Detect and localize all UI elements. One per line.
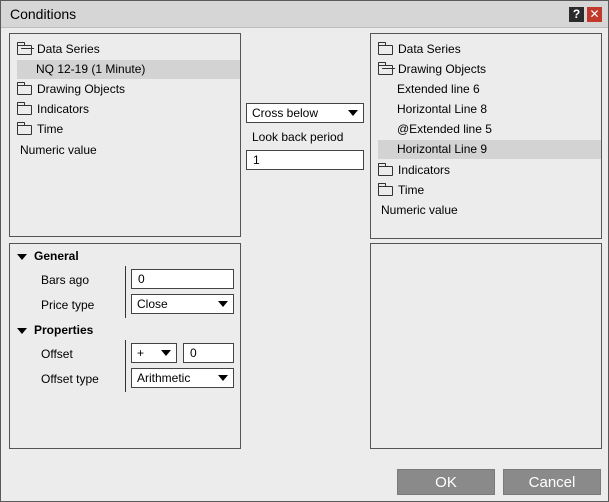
offset-sign-dropdown[interactable]: +	[131, 343, 177, 363]
bars-ago-input[interactable]: 0	[131, 269, 234, 289]
offset-value: 0	[190, 346, 197, 360]
column-divider	[125, 266, 126, 318]
tree-item-label: Time	[398, 183, 425, 197]
collapse-triangle-icon[interactable]	[17, 328, 27, 334]
tree-item-data-series[interactable]: Data Series	[378, 40, 598, 59]
tree-item-drawing-child[interactable]: Extended line 6	[378, 80, 598, 99]
chevron-down-icon	[218, 301, 228, 307]
folder-icon	[17, 122, 32, 135]
tree-item-time[interactable]: Time	[17, 120, 237, 139]
tree-item-label: Extended line 6	[397, 82, 480, 96]
section-properties[interactable]: Properties	[34, 321, 93, 339]
tree-item-label: Drawing Objects	[37, 82, 126, 96]
bars-ago-label: Bars ago	[41, 273, 90, 287]
conditions-dialog: Conditions ? ✕ Data Series NQ 12-19 (1 M…	[0, 0, 609, 502]
tree-item-label: NQ 12-19 (1 Minute)	[36, 62, 146, 76]
offset-input[interactable]: 0	[183, 343, 234, 363]
chevron-down-icon	[161, 350, 171, 356]
tree-item-numeric-value[interactable]: Numeric value	[20, 141, 235, 160]
price-type-label: Price type	[41, 298, 95, 312]
tree-item-label: Horizontal Line 8	[397, 102, 488, 116]
lookback-label: Look back period	[252, 130, 344, 144]
folder-icon	[378, 163, 393, 176]
ok-button[interactable]: OK	[397, 469, 495, 495]
bars-ago-value: 0	[138, 272, 145, 286]
folder-icon	[17, 82, 32, 95]
window-title: Conditions	[10, 6, 77, 22]
folder-icon	[378, 42, 393, 55]
offset-label: Offset	[41, 347, 73, 361]
folder-icon	[378, 183, 393, 196]
price-type-value: Close	[137, 297, 168, 311]
operator-dropdown[interactable]: Cross below	[246, 103, 364, 123]
section-general[interactable]: General	[34, 247, 79, 265]
chevron-down-icon	[348, 110, 358, 116]
tree-item-label: Indicators	[37, 102, 90, 116]
title-bar: Conditions ? ✕	[1, 1, 608, 28]
operator-value: Cross below	[252, 106, 319, 120]
tree-item-drawing-child[interactable]: @Extended line 5	[378, 120, 598, 139]
folder-open-icon	[378, 62, 393, 75]
folder-icon	[17, 102, 32, 115]
lookback-value: 1	[253, 153, 260, 167]
tree-item-label: Drawing Objects	[398, 62, 487, 76]
tree-item-label: Data Series	[398, 42, 461, 56]
help-button[interactable]: ?	[569, 7, 584, 22]
collapse-triangle-icon[interactable]	[17, 254, 27, 260]
tree-item-drawing-objects[interactable]: Drawing Objects	[17, 80, 237, 99]
offset-type-label: Offset type	[41, 372, 99, 386]
tree-item-numeric-value[interactable]: Numeric value	[381, 201, 596, 220]
offset-type-value: Arithmetic	[137, 371, 191, 385]
price-type-dropdown[interactable]: Close	[131, 294, 234, 314]
tree-item-label: Time	[37, 122, 64, 136]
tree-item-label: Numeric value	[381, 203, 458, 217]
column-divider	[125, 340, 126, 392]
offset-type-dropdown[interactable]: Arithmetic	[131, 368, 234, 388]
right-preview-panel	[370, 243, 602, 449]
right-tree-panel: Data Series Drawing Objects Extended lin…	[370, 33, 602, 239]
cancel-button[interactable]: Cancel	[503, 469, 601, 495]
tree-item-label: Numeric value	[20, 143, 97, 157]
tree-item-data-series[interactable]: Data Series	[17, 40, 237, 59]
tree-item-time[interactable]: Time	[378, 181, 598, 200]
properties-panel: General Bars ago 0 Price type Close Prop…	[9, 243, 241, 449]
tree-item-label: @Extended line 5	[397, 122, 492, 136]
tree-item-instrument[interactable]: NQ 12-19 (1 Minute)	[17, 60, 240, 79]
tree-item-drawing-objects[interactable]: Drawing Objects	[378, 60, 598, 79]
tree-item-drawing-child[interactable]: Horizontal Line 8	[378, 100, 598, 119]
tree-item-indicators[interactable]: Indicators	[17, 100, 237, 119]
tree-item-indicators[interactable]: Indicators	[378, 161, 598, 180]
close-button[interactable]: ✕	[587, 7, 602, 22]
lookback-input[interactable]: 1	[246, 150, 364, 170]
tree-item-drawing-child-selected[interactable]: Horizontal Line 9	[378, 140, 601, 159]
tree-item-label: Data Series	[37, 42, 100, 56]
offset-sign-value: +	[137, 346, 145, 360]
tree-item-label: Horizontal Line 9	[397, 142, 488, 156]
folder-open-icon	[17, 42, 32, 55]
left-tree-panel: Data Series NQ 12-19 (1 Minute) Drawing …	[9, 33, 241, 237]
chevron-down-icon	[218, 375, 228, 381]
tree-item-label: Indicators	[398, 163, 451, 177]
